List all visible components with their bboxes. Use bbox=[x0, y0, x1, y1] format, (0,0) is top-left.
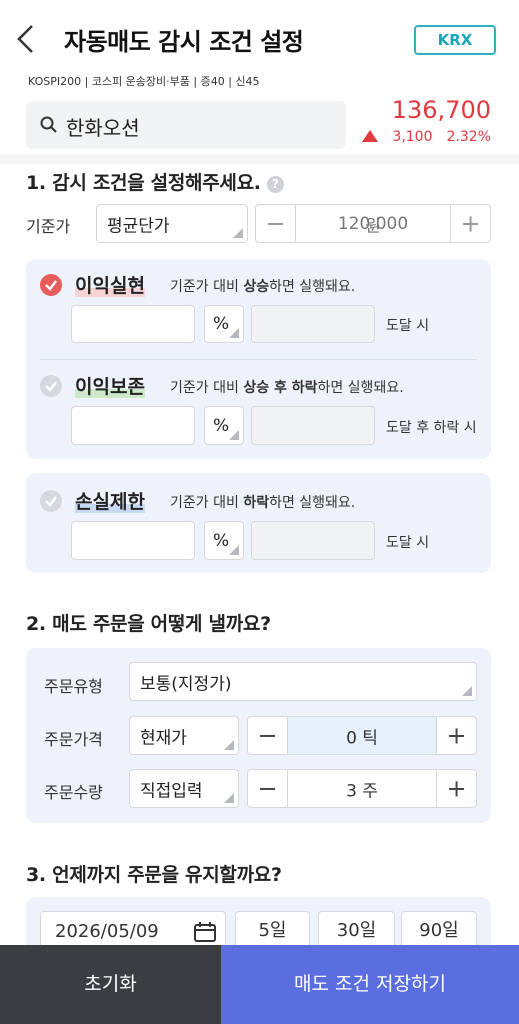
take-profit-percent-input[interactable] bbox=[71, 305, 195, 343]
condition-take-profit-desc: 기준가 대비 상승하면 실행돼요. bbox=[170, 279, 356, 295]
stock-search-input[interactable]: 한화오션 bbox=[26, 101, 346, 149]
order-price-plus-button[interactable]: + bbox=[436, 717, 476, 754]
section1-title: 1. 감시 조건을 설정해주세요.? bbox=[26, 168, 284, 195]
order-price-type-value: 현재가 bbox=[140, 728, 187, 748]
condition-stop-loss-desc: 기준가 대비 하락하면 실행돼요. bbox=[170, 495, 356, 511]
stop-loss-unit-select[interactable]: % bbox=[204, 521, 244, 560]
order-qty-stepper[interactable]: − 3 주 + bbox=[247, 769, 477, 808]
base-type-select[interactable]: 평균단가 bbox=[96, 204, 248, 243]
order-price-type-select[interactable]: 현재가 bbox=[129, 716, 239, 755]
change-percent: 2.32% bbox=[446, 129, 491, 145]
stop-loss-reach-label: 도달 시 bbox=[386, 535, 430, 551]
condition-take-profit-name: 이익실현 bbox=[75, 275, 145, 297]
base-type-value: 평균단가 bbox=[107, 216, 170, 236]
take-profit-unit-select[interactable]: % bbox=[204, 305, 244, 343]
section-divider bbox=[0, 154, 519, 164]
base-price-unit: 원 bbox=[365, 216, 381, 236]
order-qty-type-value: 직접입력 bbox=[140, 781, 203, 801]
condition-trailing-checkbox[interactable] bbox=[40, 375, 62, 397]
order-price-minus-button[interactable]: − bbox=[248, 717, 288, 754]
order-type-value: 보통(지정가) bbox=[140, 674, 232, 694]
order-qty-minus-button[interactable]: − bbox=[248, 770, 288, 807]
stock-name: 한화오션 bbox=[66, 116, 140, 140]
order-qty-label: 주문수량 bbox=[44, 783, 103, 802]
base-price-label: 기준가 bbox=[26, 217, 71, 236]
check-icon bbox=[45, 496, 57, 507]
search-icon bbox=[40, 116, 57, 133]
up-triangle-icon bbox=[362, 130, 379, 142]
base-price-minus-button[interactable]: − bbox=[256, 205, 296, 242]
order-price-stepper[interactable]: − 0 틱 + bbox=[247, 716, 477, 755]
check-icon bbox=[45, 280, 57, 291]
order-qty-plus-button[interactable]: + bbox=[436, 770, 476, 807]
order-type-label: 주문유형 bbox=[44, 677, 103, 696]
section1-title-text: 1. 감시 조건을 설정해주세요. bbox=[26, 172, 261, 194]
stock-tags: KOSPI200 | 코스피 운송장비·부품 | 증40 | 신45 bbox=[28, 75, 260, 88]
condition-stop-loss-name: 손실제한 bbox=[75, 491, 145, 513]
condition-take-profit-checkbox[interactable] bbox=[40, 274, 62, 296]
stop-loss-percent-input[interactable] bbox=[71, 521, 195, 560]
base-price-stepper[interactable]: − 120,000 원 + bbox=[255, 204, 491, 243]
base-price-plus-button[interactable]: + bbox=[450, 205, 490, 242]
change-amount: 3,100 bbox=[392, 129, 433, 145]
calendar-icon[interactable] bbox=[193, 921, 217, 943]
trailing-reach-label: 도달 후 하락 시 bbox=[386, 420, 477, 436]
dropdown-corner-icon bbox=[233, 228, 243, 238]
reset-button[interactable]: 초기화 bbox=[0, 945, 221, 1024]
section3-title: 3. 언제까지 주문을 유지할까요? bbox=[26, 864, 282, 886]
section2-title: 2. 매도 주문을 어떻게 낼까요? bbox=[26, 613, 271, 635]
page-title: 자동매도 감시 조건 설정 bbox=[64, 28, 304, 56]
order-qty-value[interactable]: 3 주 bbox=[288, 770, 436, 807]
expiry-date-value: 2026/05/09 bbox=[55, 921, 159, 942]
save-button[interactable]: 매도 조건 저장하기 bbox=[221, 945, 519, 1024]
order-qty-type-select[interactable]: 직접입력 bbox=[129, 769, 239, 808]
take-profit-target-price bbox=[251, 305, 375, 343]
back-button[interactable] bbox=[14, 22, 40, 56]
order-price-label: 주문가격 bbox=[44, 730, 103, 749]
price-change: 3,100 2.32% bbox=[362, 129, 491, 145]
stop-loss-target-price bbox=[251, 521, 375, 560]
condition-trailing-name: 이익보존 bbox=[75, 376, 145, 398]
order-type-select[interactable]: 보통(지정가) bbox=[129, 662, 477, 701]
base-price-value[interactable]: 120,000 원 bbox=[296, 205, 450, 242]
take-profit-reach-label: 도달 시 bbox=[386, 318, 430, 334]
condition-stop-loss-checkbox[interactable] bbox=[40, 490, 62, 512]
help-icon[interactable]: ? bbox=[266, 176, 284, 193]
trailing-percent-input[interactable] bbox=[71, 406, 195, 445]
chevron-left-icon bbox=[17, 25, 33, 53]
market-badge[interactable]: KRX bbox=[414, 25, 496, 55]
current-price: 136,700 bbox=[391, 96, 491, 124]
order-price-value[interactable]: 0 틱 bbox=[288, 717, 436, 754]
panel-divider bbox=[40, 359, 477, 360]
condition-trailing-desc: 기준가 대비 상승 후 하락하면 실행돼요. bbox=[170, 380, 404, 396]
trailing-target-price bbox=[251, 406, 375, 445]
check-icon bbox=[45, 381, 57, 392]
trailing-unit-select[interactable]: % bbox=[204, 406, 244, 445]
